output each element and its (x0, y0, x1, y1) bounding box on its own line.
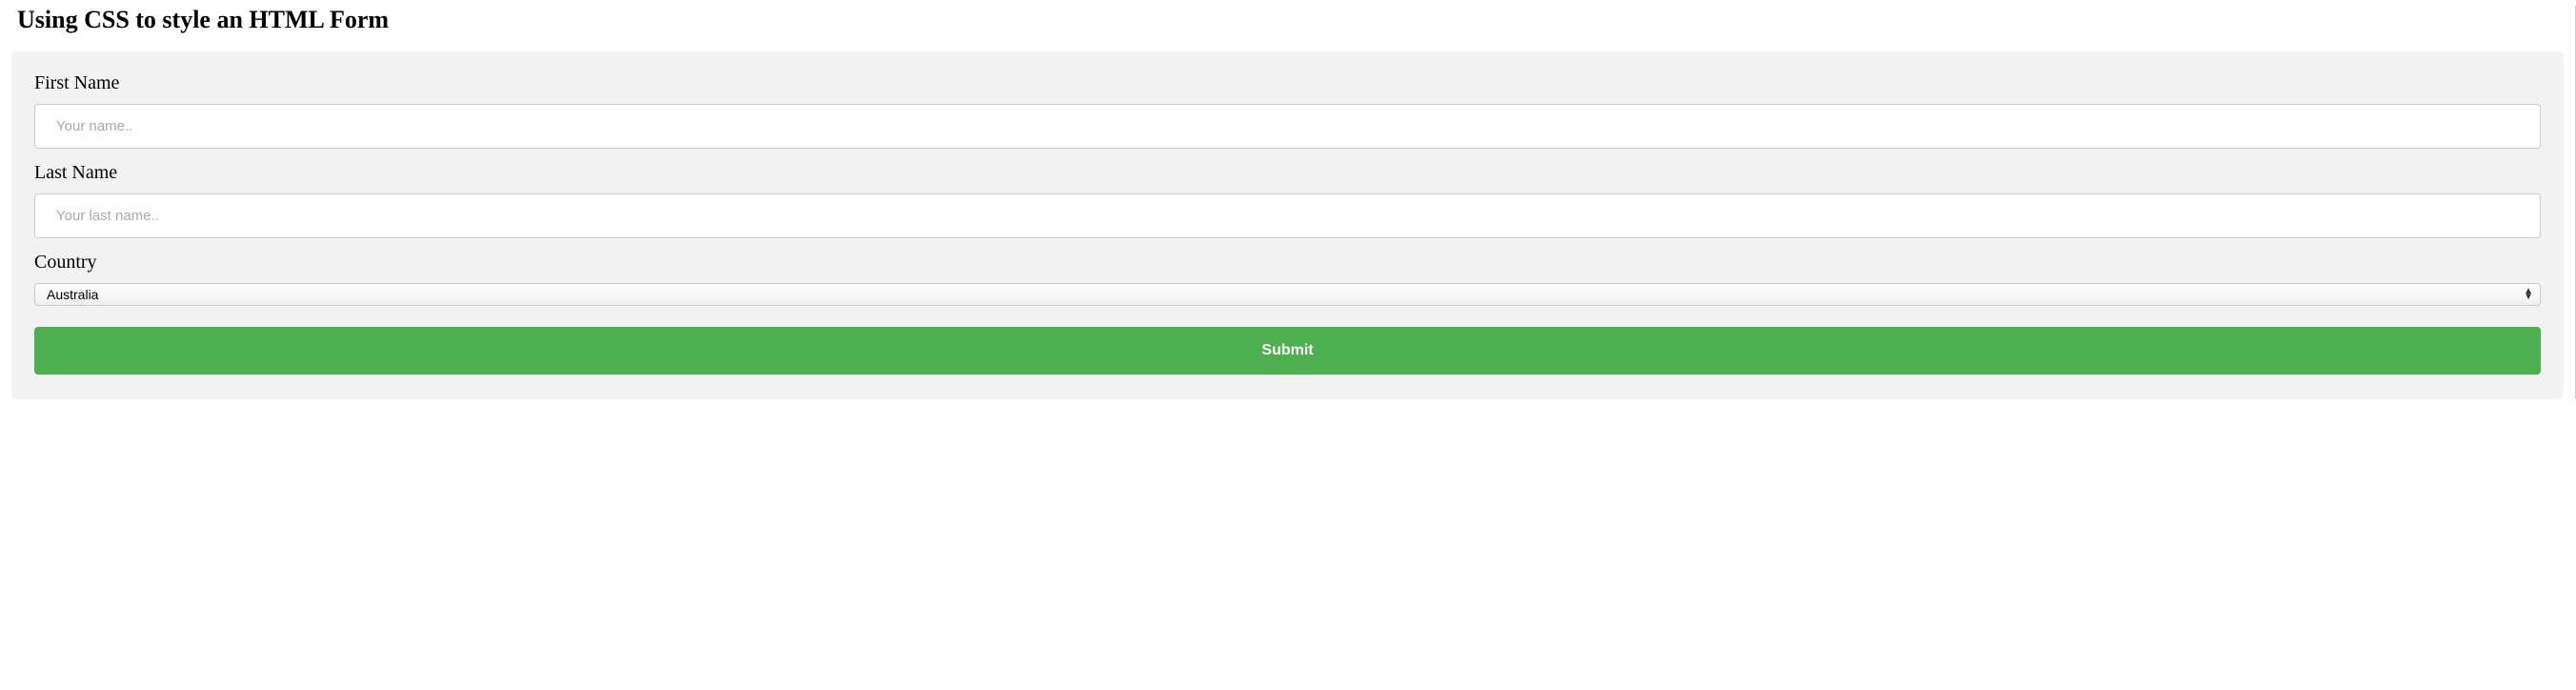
country-select-wrap: Australia ▲ ▼ (34, 283, 2541, 306)
page-title: Using CSS to style an HTML Form (17, 6, 2564, 34)
submit-button[interactable]: Submit (34, 327, 2541, 375)
last-name-input[interactable] (34, 193, 2541, 238)
page-wrap: Using CSS to style an HTML Form First Na… (0, 6, 2576, 399)
country-label: Country (34, 252, 2541, 274)
first-name-input[interactable] (34, 104, 2541, 149)
country-select[interactable]: Australia (34, 283, 2541, 306)
last-name-label: Last Name (34, 162, 2541, 184)
first-name-label: First Name (34, 72, 2541, 94)
form-container: First Name Last Name Country Australia ▲… (11, 51, 2564, 399)
